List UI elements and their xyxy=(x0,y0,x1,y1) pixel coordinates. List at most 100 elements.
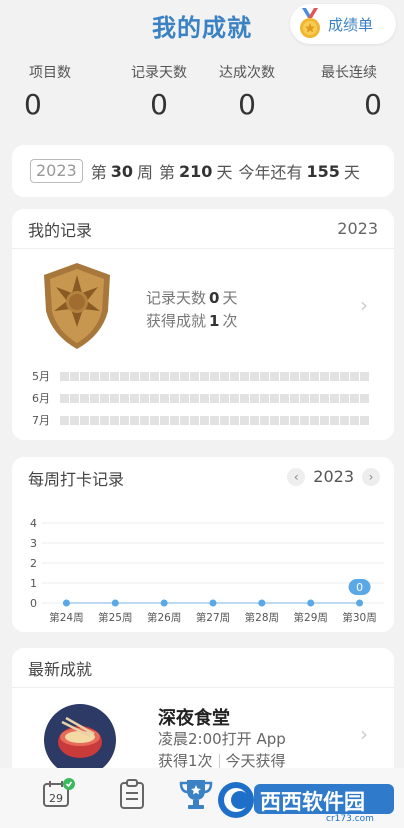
month-label: 7月 xyxy=(32,414,50,427)
heatmap-cell xyxy=(60,371,69,381)
heatmap-cell xyxy=(150,415,159,425)
weekly-title: 每周打卡记录 xyxy=(28,470,125,489)
site-watermark: 西西软件园 cr173.com xyxy=(214,770,404,828)
heatmap-cell xyxy=(280,415,289,425)
heatmap-cell xyxy=(100,371,109,381)
record-days-line: 记录天数 0 天 xyxy=(146,287,237,310)
heatmap-cell xyxy=(140,415,149,425)
heatmap-cell xyxy=(360,393,369,403)
heatmap-cell xyxy=(230,393,239,403)
data-point xyxy=(356,599,364,607)
x-tick-label: 第27周 xyxy=(196,611,230,624)
heatmap-cell xyxy=(170,371,179,381)
heatmap-cell xyxy=(120,393,129,403)
latest-title: 最新成就 xyxy=(28,659,93,679)
data-point xyxy=(160,599,168,607)
heatmap-cell xyxy=(240,371,249,381)
tab-calendar[interactable]: 29 xyxy=(42,778,76,816)
latest-header: 最新成就 xyxy=(12,648,394,688)
chevron-right-icon[interactable]: › xyxy=(360,293,368,317)
tab-list[interactable] xyxy=(118,778,146,814)
records-title: 我的记录 xyxy=(28,220,93,240)
heatmap-cell xyxy=(320,415,329,425)
heatmap-cell xyxy=(330,415,339,425)
data-point xyxy=(62,599,70,607)
watermark-sub: cr173.com xyxy=(326,814,374,824)
heatmap-row xyxy=(60,393,369,403)
heatmap-cell xyxy=(110,371,119,381)
heatmap-cell xyxy=(180,415,189,425)
tab-achievements[interactable] xyxy=(178,778,214,814)
y-tick-label: 3 xyxy=(30,537,37,550)
month-row-june: 6月 xyxy=(32,391,369,405)
heatmap-cell xyxy=(250,393,259,403)
heatmap-cell xyxy=(80,415,89,425)
stat-value: 0 xyxy=(150,88,168,121)
achievements-value: 1 xyxy=(209,312,220,330)
heatmap-cell xyxy=(280,371,289,381)
records-header: 我的记录 2023 xyxy=(12,209,394,249)
chevron-right-icon[interactable]: › xyxy=(360,722,368,746)
latest-achievement-card[interactable]: 最新成就 深夜食堂 凌晨2:00打开 App 获得1次 今天获得 › xyxy=(12,648,394,788)
y-tick-label: 1 xyxy=(30,577,37,590)
data-point xyxy=(307,599,315,607)
trophy-icon xyxy=(179,780,213,809)
heatmap-cell xyxy=(210,371,219,381)
heatmap-cell xyxy=(110,393,119,403)
heatmap-cell xyxy=(100,415,109,425)
heatmap-cell xyxy=(300,415,309,425)
my-records-card[interactable]: 我的记录 2023 记录天数 0 天 获得成就 1 次 › 5月 6月 7月 xyxy=(12,209,394,440)
heatmap-cell xyxy=(290,415,299,425)
heatmap-cell xyxy=(210,415,219,425)
heatmap-cell xyxy=(80,393,89,403)
stat-label: 达成次数 xyxy=(219,65,275,81)
heatmap-cell xyxy=(130,393,139,403)
medal-icon xyxy=(296,8,324,40)
stat-value: 0 xyxy=(364,88,382,121)
heatmap-cell xyxy=(270,371,279,381)
chevron-right-icon[interactable]: › xyxy=(362,467,380,486)
achievement-desc: 凌晨2:00打开 App xyxy=(158,730,286,748)
weekly-line-chart: 0 1 2 3 4 第24周 第25周 第26周 第27周 第28周 第29周 第30周 0 xyxy=(30,517,384,624)
heatmap-cell xyxy=(70,371,79,381)
achievements-unit: 次 xyxy=(222,312,238,330)
heatmap-cell xyxy=(80,371,89,381)
calendar-day: 29 xyxy=(49,792,63,805)
month-label: 5月 xyxy=(32,370,50,383)
heatmap-cell xyxy=(310,393,319,403)
heatmap-cell xyxy=(90,371,99,381)
stat-projects: 项目数 0 xyxy=(24,62,76,121)
heatmap-cell xyxy=(200,371,209,381)
x-tick-label: 第30周 xyxy=(342,611,376,624)
chevron-left-icon[interactable]: ‹ xyxy=(287,467,306,486)
stat-longest-streak: 最长连续 0 xyxy=(316,62,382,121)
heatmap-cell xyxy=(120,371,129,381)
report-card-button[interactable]: 成绩单 xyxy=(290,4,396,44)
late-night-bowl-icon xyxy=(44,704,116,776)
heatmap-cell xyxy=(130,371,139,381)
data-label: 0 xyxy=(356,581,363,594)
heatmap-cell xyxy=(260,393,269,403)
heatmap-cell xyxy=(320,393,329,403)
clipboard-icon xyxy=(120,779,144,809)
heatmap-cell xyxy=(270,415,279,425)
day-suffix: 天 xyxy=(216,163,233,182)
heatmap-cell xyxy=(250,371,259,381)
remaining-days: 155 xyxy=(306,161,340,181)
heatmap-cell xyxy=(160,371,169,381)
week-number: 30 xyxy=(110,161,133,181)
heatmap-cell xyxy=(70,393,79,403)
data-point xyxy=(111,599,119,607)
heatmap-cell xyxy=(240,415,249,425)
y-tick-label: 4 xyxy=(30,517,37,530)
remaining-prefix: 今年还有 xyxy=(238,163,303,182)
heatmap-cell xyxy=(60,415,69,425)
remaining-suffix: 天 xyxy=(343,163,360,182)
heatmap-cell xyxy=(110,415,119,425)
record-days-value: 0 xyxy=(209,289,220,307)
heatmap-cell xyxy=(180,393,189,403)
bronze-shield-badge-icon xyxy=(40,261,114,351)
weekly-year: 2023 xyxy=(313,467,354,486)
records-year: 2023 xyxy=(337,219,378,238)
heatmap-cell xyxy=(280,393,289,403)
